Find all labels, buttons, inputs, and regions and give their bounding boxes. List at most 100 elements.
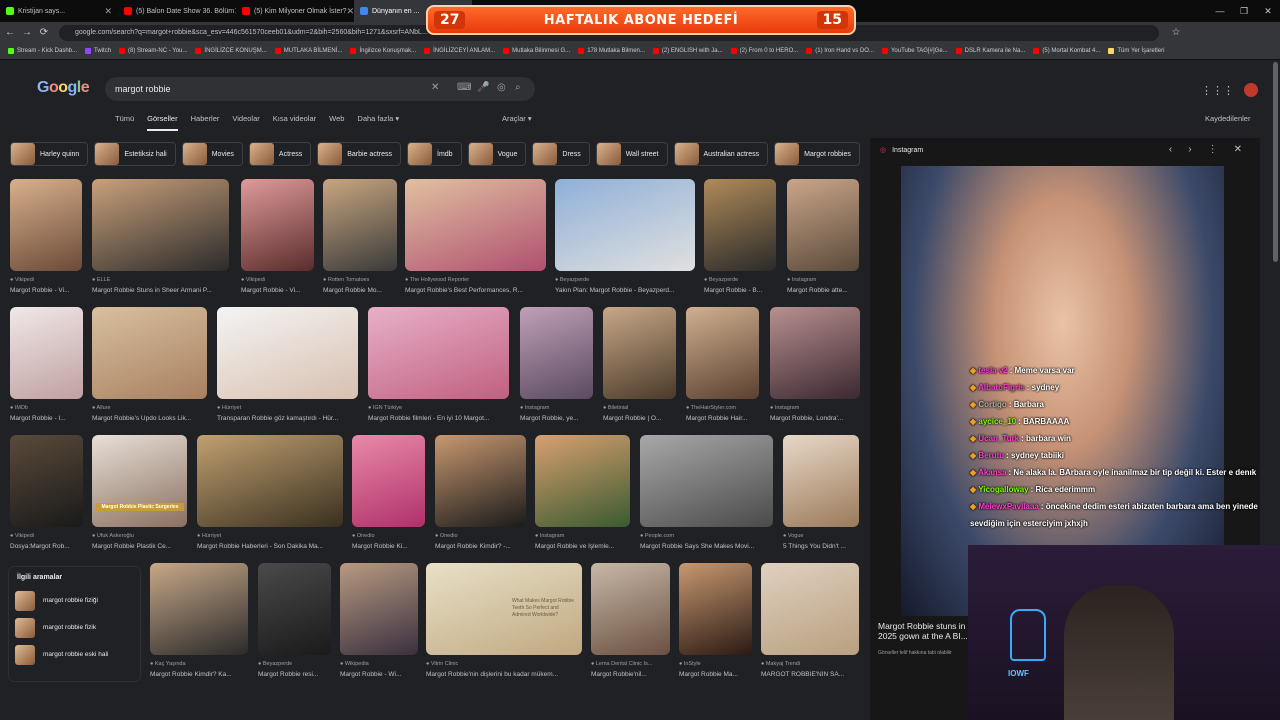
image-result[interactable] (10, 307, 83, 399)
filter-chip[interactable]: Margot robbies (774, 142, 860, 166)
filter-chip[interactable]: Australian actress (673, 142, 769, 166)
result-caption[interactable]: Margot Robbie atte... (787, 287, 859, 294)
filter-chip[interactable]: Vogue (467, 142, 527, 166)
result-source[interactable]: ● Makyaj Trendi (761, 661, 859, 667)
keyboard-icon[interactable]: ⌨ (457, 82, 471, 93)
result-source[interactable]: ● Biletinial (603, 405, 676, 411)
browser-tab[interactable]: (5) Kim Milyoner Olmak İster? ✕ (236, 0, 354, 22)
result-source[interactable]: ● Kaç Yaşında (150, 661, 248, 667)
image-result[interactable] (323, 179, 397, 271)
result-source[interactable]: ● IGN Türkiye (368, 405, 509, 411)
browser-tab[interactable]: Kristijan says... ✕ (0, 0, 118, 22)
result-source[interactable]: ● TheHairStyler.com (686, 405, 759, 411)
result-caption[interactable]: Margot Robbie - B... (704, 287, 776, 294)
result-source[interactable]: ● Beyazperde (704, 277, 776, 283)
minimize-icon[interactable]: — (1208, 0, 1232, 22)
search-input[interactable]: margot robbie (115, 84, 171, 94)
bookmark-item[interactable]: Twitch (85, 48, 111, 54)
result-caption[interactable]: Margot Robbie - Vi... (241, 287, 314, 294)
result-source[interactable]: ● The Hollywood Reporter (405, 277, 546, 283)
preview-source[interactable]: ◎ Instagram (880, 146, 923, 154)
result-source[interactable]: ● Vitrin Clinic (426, 661, 582, 667)
maximize-icon[interactable]: ❐ (1232, 0, 1256, 22)
result-caption[interactable]: Margot Robbie's Updo Looks Lik... (92, 415, 207, 422)
clear-icon[interactable]: ✕ (431, 82, 439, 93)
filter-chip[interactable]: Estetiksiz hali (94, 142, 176, 166)
result-caption[interactable]: Margot Robbie Says She Makes Movi... (640, 543, 773, 550)
image-result[interactable] (686, 307, 759, 399)
result-source[interactable]: ● Wikipedia (340, 661, 418, 667)
result-source[interactable]: ● Beyazperde (258, 661, 331, 667)
browser-tab[interactable]: (5) Balon Date Show 36. Bölüm✕ (118, 0, 236, 22)
result-caption[interactable]: Margot Robbie filmleri - En iyi 10 Margo… (368, 415, 509, 422)
close-icon[interactable]: ✕ (1234, 144, 1242, 155)
tab-web[interactable]: Web (329, 114, 344, 131)
result-caption[interactable]: Margot Robbie'nin dişlerini bu kadar mük… (426, 671, 582, 678)
result-caption[interactable]: Margot Robbie - I... (10, 415, 83, 422)
bookmark-star-icon[interactable]: ☆ (1169, 27, 1183, 38)
result-caption[interactable]: MARGOT ROBBIE'NİN SA... (761, 671, 859, 678)
google-logo[interactable]: Google (37, 79, 90, 97)
lens-icon[interactable]: ◎ (497, 82, 506, 93)
bookmark-item[interactable]: YouTube TAG[#]Ge... (881, 48, 948, 54)
image-result[interactable] (92, 307, 207, 399)
result-caption[interactable]: Margot Robbie Kimdir? -... (435, 543, 526, 550)
result-caption[interactable]: Margot Robbie resi... (258, 671, 331, 678)
result-source[interactable]: ● Onedio (435, 533, 526, 539)
result-caption[interactable]: Margot Robbie Ki... (352, 543, 425, 550)
image-result[interactable] (591, 563, 670, 655)
close-window-icon[interactable]: ✕ (1256, 0, 1280, 22)
search-icon[interactable]: ⌕ (515, 82, 521, 93)
image-result[interactable] (258, 563, 331, 655)
related-item[interactable]: margot robbie fiziği (9, 587, 140, 614)
image-result[interactable] (241, 179, 314, 271)
bookmark-item[interactable]: (5) Mortal Kombat 4... (1033, 48, 1100, 54)
result-caption[interactable]: Margot Robbie Plastik Ce... (92, 543, 187, 550)
next-icon[interactable]: › (1188, 144, 1191, 155)
filter-chip[interactable]: Barbie actress (317, 142, 401, 166)
result-caption[interactable]: Yakın Plan: Margot Robbie - Beyazperd... (555, 287, 695, 294)
related-item[interactable]: margot robbie fizik (9, 614, 140, 641)
tab-news[interactable]: Haberler (191, 114, 220, 131)
filter-chip[interactable]: Actress (248, 142, 312, 166)
result-source[interactable]: ● Instagram (535, 533, 630, 539)
back-icon[interactable]: ← (3, 27, 17, 38)
image-result[interactable] (340, 563, 418, 655)
image-result[interactable] (197, 435, 343, 527)
result-source[interactable]: ● Vikipedi (10, 533, 83, 539)
result-caption[interactable]: Dosya:Margot Rob... (10, 543, 83, 550)
result-caption[interactable]: Margot Robbie - Vi... (10, 287, 82, 294)
result-caption[interactable]: Margot Robbie - Wi... (340, 671, 418, 678)
image-result[interactable] (368, 307, 509, 399)
result-caption[interactable]: Margot Robbie ve İşlemle... (535, 543, 630, 550)
saved-button[interactable]: Kaydedilenler (1205, 114, 1250, 123)
result-source[interactable]: ● InStyle (679, 661, 752, 667)
image-result[interactable] (770, 307, 860, 399)
close-icon[interactable]: ✕ (347, 6, 354, 17)
image-result[interactable] (535, 435, 630, 527)
image-result[interactable] (435, 435, 526, 527)
image-result[interactable] (217, 307, 358, 399)
image-result[interactable] (150, 563, 248, 655)
result-caption[interactable]: Margot Robbie, Londra'... (770, 415, 860, 422)
result-caption[interactable]: Margot Robbie'nil... (591, 671, 670, 678)
forward-icon[interactable]: → (20, 27, 34, 38)
image-result[interactable] (761, 563, 859, 655)
bookmark-item[interactable]: (8) Stream-NC - You... (119, 48, 187, 54)
bookmark-item[interactable]: (2) From 0 to HERO... (730, 48, 798, 54)
bookmark-item[interactable]: (1) Iron Hand vs DO... (806, 48, 874, 54)
bookmark-item[interactable]: Mutlaka Bilinmesi G... (503, 48, 570, 54)
result-caption[interactable]: 5 Things You Didn't ... (783, 543, 859, 550)
tab-images[interactable]: Görseller (147, 114, 178, 131)
result-source[interactable]: ● ELLE (92, 277, 229, 283)
result-source[interactable]: ● Instagram (787, 277, 859, 283)
image-result[interactable] (704, 179, 776, 271)
image-result[interactable] (92, 435, 187, 527)
tab-all[interactable]: Tümü (115, 114, 134, 131)
result-caption[interactable]: Margot Robbie Hair... (686, 415, 759, 422)
result-source[interactable]: ● IMDb (10, 405, 83, 411)
image-result[interactable] (352, 435, 425, 527)
related-item[interactable]: margot robbie eski hali (9, 641, 140, 668)
image-result[interactable] (679, 563, 752, 655)
image-result[interactable] (520, 307, 593, 399)
